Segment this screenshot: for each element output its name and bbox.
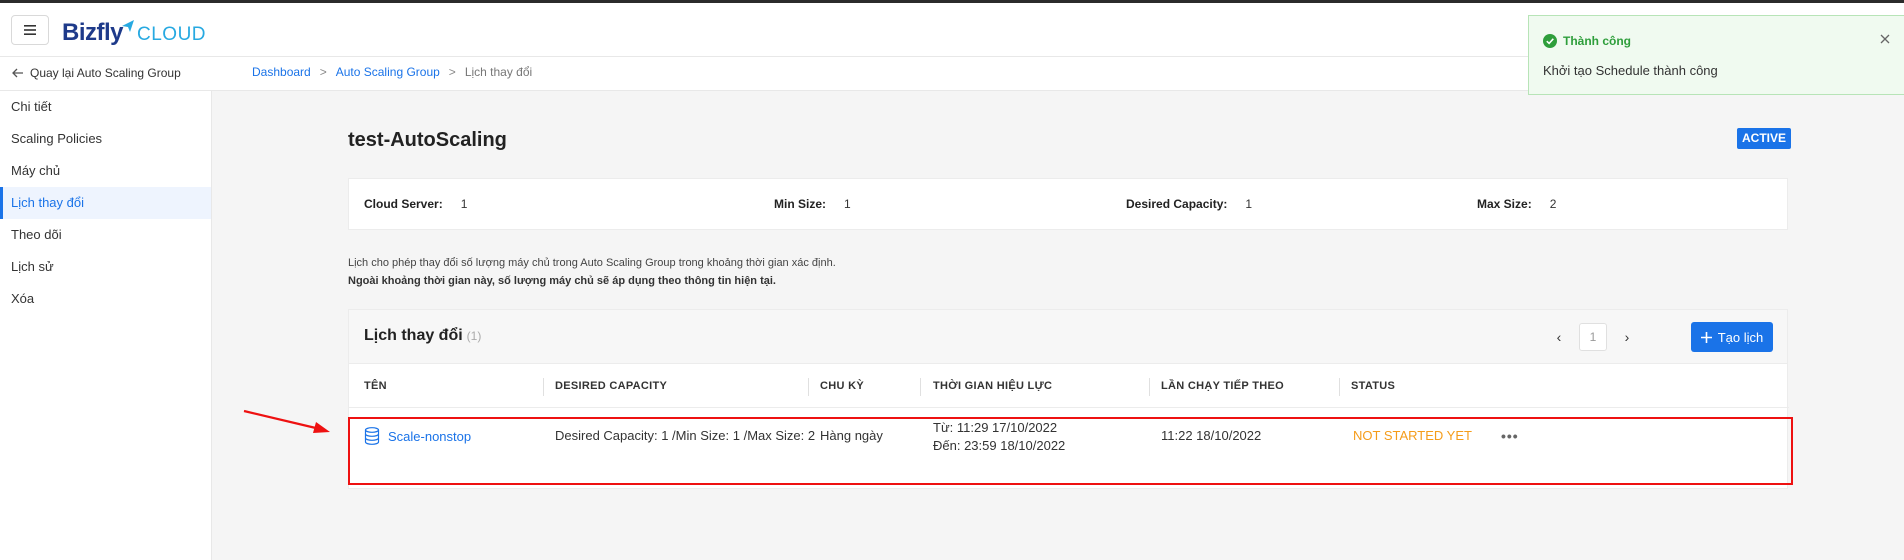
bizfly-logo[interactable]: Bizfly CLOUD <box>62 17 206 47</box>
sidebar-item-servers[interactable]: Máy chủ <box>0 155 211 187</box>
table-title-wrap: Lịch thay đổi (1) <box>364 327 481 345</box>
logo-suffix: CLOUD <box>137 24 207 45</box>
table-row: Scale-nonstop Desired Capacity: 1 /Min S… <box>349 408 1789 470</box>
success-toast: Thành công Khởi tạo Schedule thành công <box>1528 15 1904 95</box>
close-icon[interactable] <box>1878 32 1892 46</box>
database-icon <box>364 427 380 445</box>
breadcrumb: Dashboard > Auto Scaling Group > Lịch th… <box>252 65 532 79</box>
column-divider <box>1149 378 1150 396</box>
schedule-status: NOT STARTED YET <box>1353 428 1472 443</box>
schedule-next-run: 11:22 18/10/2022 <box>1161 428 1262 443</box>
description-line-2: Ngoài khoảng thời gian này, số lượng máy… <box>348 275 776 287</box>
info-value: 1 <box>844 197 851 211</box>
page-title: test-AutoScaling <box>348 129 507 151</box>
sidebar: Chi tiết Scaling Policies Máy chủ Lịch t… <box>0 91 212 560</box>
sidebar-item-delete[interactable]: Xóa <box>0 283 211 315</box>
info-value: 2 <box>1549 197 1557 211</box>
toast-title-wrap: Thành công <box>1543 34 1631 48</box>
column-divider <box>1339 378 1340 396</box>
pagination-next-button[interactable]: › <box>1619 329 1635 345</box>
column-header-cycle[interactable]: CHU KỲ <box>820 380 864 392</box>
logo-text: Bizfly <box>62 19 124 46</box>
column-header-effective-time[interactable]: THỜI GIAN HIỆU LỰC <box>933 380 1052 392</box>
row-actions-menu-icon[interactable]: ••• <box>1501 428 1519 444</box>
table-header-row: TÊN DESIRED CAPACITY CHU KỲ THỜI GIAN HI… <box>349 364 1789 408</box>
schedule-description: Lịch cho phép thay đổi số lượng máy chủ … <box>348 254 836 290</box>
info-cloud-server: Cloud Server: 1 <box>364 197 467 211</box>
toast-title: Thành công <box>1563 34 1631 48</box>
sidebar-item-schedule[interactable]: Lịch thay đổi <box>0 187 211 219</box>
column-header-desired[interactable]: DESIRED CAPACITY <box>555 380 667 392</box>
info-label: Min Size: <box>774 197 827 211</box>
sidebar-item-scaling-policies[interactable]: Scaling Policies <box>0 123 211 155</box>
check-circle-icon <box>1543 34 1557 48</box>
schedule-name: Scale-nonstop <box>388 428 472 444</box>
schedule-name-link[interactable]: Scale-nonstop <box>364 427 471 445</box>
column-divider <box>920 378 921 396</box>
schedule-cycle: Hàng ngày <box>820 428 883 443</box>
info-min-size: Min Size: 1 <box>774 197 851 211</box>
schedule-table-card: Lịch thay đổi (1) ‹ 1 › Tạo lịch TÊN DESI… <box>348 309 1789 489</box>
column-header-name[interactable]: TÊN <box>364 380 387 392</box>
back-link-label: Quay lại Auto Scaling Group <box>30 66 181 80</box>
pagination: ‹ 1 › <box>1551 323 1635 351</box>
toast-message: Khởi tạo Schedule thành công <box>1543 63 1718 78</box>
breadcrumb-asg[interactable]: Auto Scaling Group <box>336 65 440 79</box>
info-value: 1 <box>1245 197 1253 211</box>
info-desired-capacity: Desired Capacity: 1 <box>1126 197 1252 211</box>
sidebar-item-monitoring[interactable]: Theo dõi <box>0 219 211 251</box>
description-line-1: Lịch cho phép thay đổi số lượng máy chủ … <box>348 257 836 269</box>
column-header-next-run[interactable]: LẦN CHẠY TIẾP THEO <box>1161 380 1284 392</box>
pagination-prev-button[interactable]: ‹ <box>1551 329 1567 345</box>
breadcrumb-dashboard[interactable]: Dashboard <box>252 65 311 79</box>
effective-to: Đến: 23:59 18/10/2022 <box>933 438 1066 453</box>
info-label: Max Size: <box>1477 197 1532 211</box>
table-toolbar: Lịch thay đổi (1) ‹ 1 › Tạo lịch <box>349 310 1787 364</box>
column-divider <box>543 378 544 396</box>
main-content: test-AutoScaling ACTIVE Cloud Server: 1 … <box>212 91 1904 560</box>
sidebar-item-history[interactable]: Lịch sử <box>0 251 211 283</box>
table-count: (1) <box>466 329 482 343</box>
asg-info-card: Cloud Server: 1 Min Size: 1 Desired Capa… <box>348 178 1788 230</box>
info-label: Desired Capacity: <box>1126 197 1228 211</box>
plus-icon <box>1700 331 1712 343</box>
breadcrumb-current: Lịch thay đổi <box>464 65 533 79</box>
info-label: Cloud Server: <box>364 197 443 211</box>
info-value: 1 <box>460 197 468 211</box>
pagination-current-page[interactable]: 1 <box>1579 323 1607 351</box>
breadcrumb-separator: > <box>319 65 327 79</box>
back-to-asg-link[interactable]: Quay lại Auto Scaling Group <box>12 66 181 80</box>
paper-plane-icon <box>122 20 135 32</box>
column-header-status[interactable]: STATUS <box>1351 380 1395 392</box>
status-badge: ACTIVE <box>1737 128 1792 149</box>
create-schedule-label: Tạo lịch <box>1717 329 1764 345</box>
table-title: Lịch thay đổi <box>364 327 463 344</box>
column-divider <box>808 378 809 396</box>
info-max-size: Max Size: 2 <box>1477 197 1556 211</box>
schedule-desired-capacity: Desired Capacity: 1 /Min Size: 1 /Max Si… <box>555 428 816 443</box>
menu-toggle-button[interactable] <box>11 15 49 45</box>
arrow-left-icon <box>12 68 23 78</box>
sidebar-item-detail[interactable]: Chi tiết <box>0 91 211 123</box>
breadcrumb-separator: > <box>448 65 456 79</box>
hamburger-menu-icon <box>24 25 36 35</box>
effective-from: Từ: 11:29 17/10/2022 <box>933 420 1058 435</box>
create-schedule-button[interactable]: Tạo lịch <box>1691 322 1773 352</box>
schedule-effective-time: Từ: 11:29 17/10/2022 Đến: 23:59 18/10/20… <box>933 419 1065 455</box>
